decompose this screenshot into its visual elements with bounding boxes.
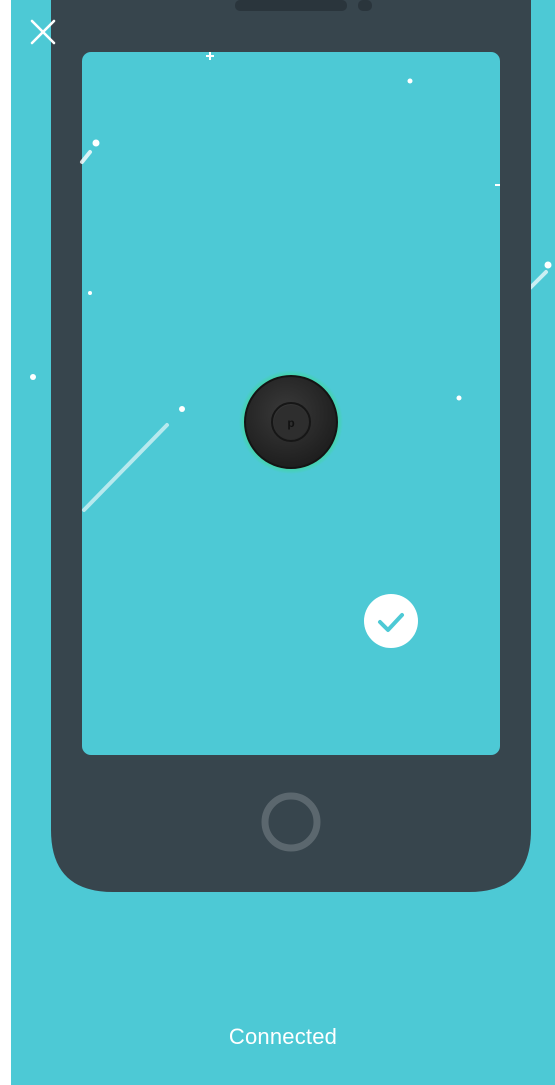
close-icon[interactable] bbox=[29, 18, 57, 46]
sparkle-dot bbox=[179, 406, 185, 412]
connection-status-label: Connected bbox=[228, 1024, 338, 1049]
sparkle-dot bbox=[544, 261, 552, 269]
pairing-screen: p Connected bbox=[11, 0, 555, 1085]
phone-speaker bbox=[235, 0, 347, 11]
sparkle-dot bbox=[92, 139, 100, 147]
sparkle-dot bbox=[30, 374, 36, 380]
sparkle-dot bbox=[456, 395, 462, 401]
smart-plug-device-icon: p bbox=[239, 370, 343, 474]
phone-camera bbox=[358, 0, 372, 11]
sparkle-dot bbox=[88, 291, 92, 295]
pairing-illustration: p bbox=[11, 0, 555, 1085]
device-logo: p bbox=[287, 416, 294, 430]
check-circle bbox=[364, 594, 418, 648]
sparkle-dot bbox=[407, 78, 413, 84]
checkmark-icon bbox=[364, 594, 418, 648]
